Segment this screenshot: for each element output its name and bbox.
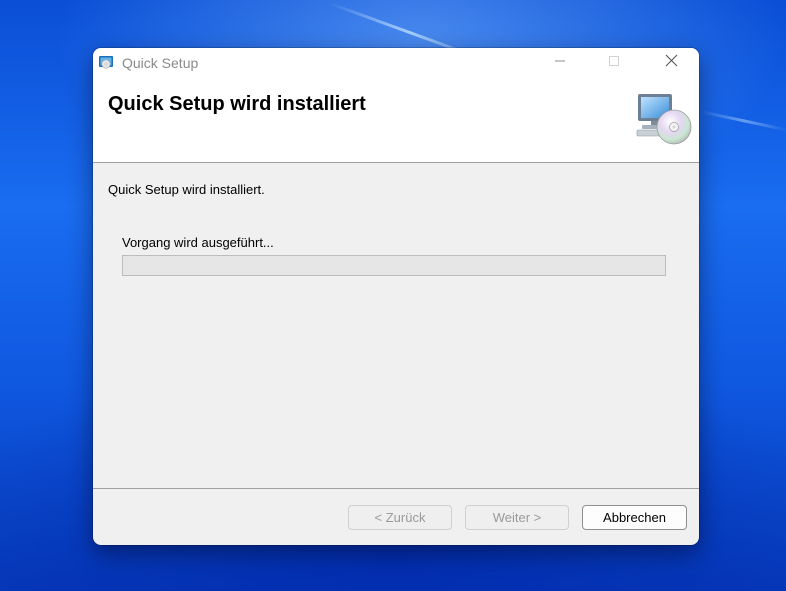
cancel-button[interactable]: Abbrechen xyxy=(582,505,687,530)
next-button[interactable]: Weiter > xyxy=(465,505,569,530)
maximize-button[interactable] xyxy=(591,48,637,78)
installation-status-text: Quick Setup wird installiert. xyxy=(108,182,265,197)
close-button[interactable] xyxy=(648,48,694,78)
progress-label: Vorgang wird ausgeführt... xyxy=(122,235,274,250)
close-icon xyxy=(665,54,678,72)
window-title: Quick Setup xyxy=(122,55,199,71)
maximize-icon xyxy=(608,54,620,72)
dialog-header: Quick Setup wird installiert xyxy=(93,78,699,163)
title-bar[interactable]: Quick Setup xyxy=(93,48,699,78)
installation-progress-bar xyxy=(122,255,666,276)
setup-dialog: Quick Setup Quick Setup wird installiert… xyxy=(93,48,699,545)
desktop-background: Quick Setup Quick Setup wird installiert… xyxy=(0,0,786,591)
installer-app-icon xyxy=(98,55,114,71)
computer-disc-icon xyxy=(634,92,692,148)
minimize-button[interactable] xyxy=(537,48,583,78)
minimize-icon xyxy=(554,54,566,72)
page-title: Quick Setup wird installiert xyxy=(108,93,366,115)
footer-divider xyxy=(93,488,699,489)
back-button[interactable]: < Zurück xyxy=(348,505,452,530)
wallpaper-light-streak xyxy=(699,110,786,132)
